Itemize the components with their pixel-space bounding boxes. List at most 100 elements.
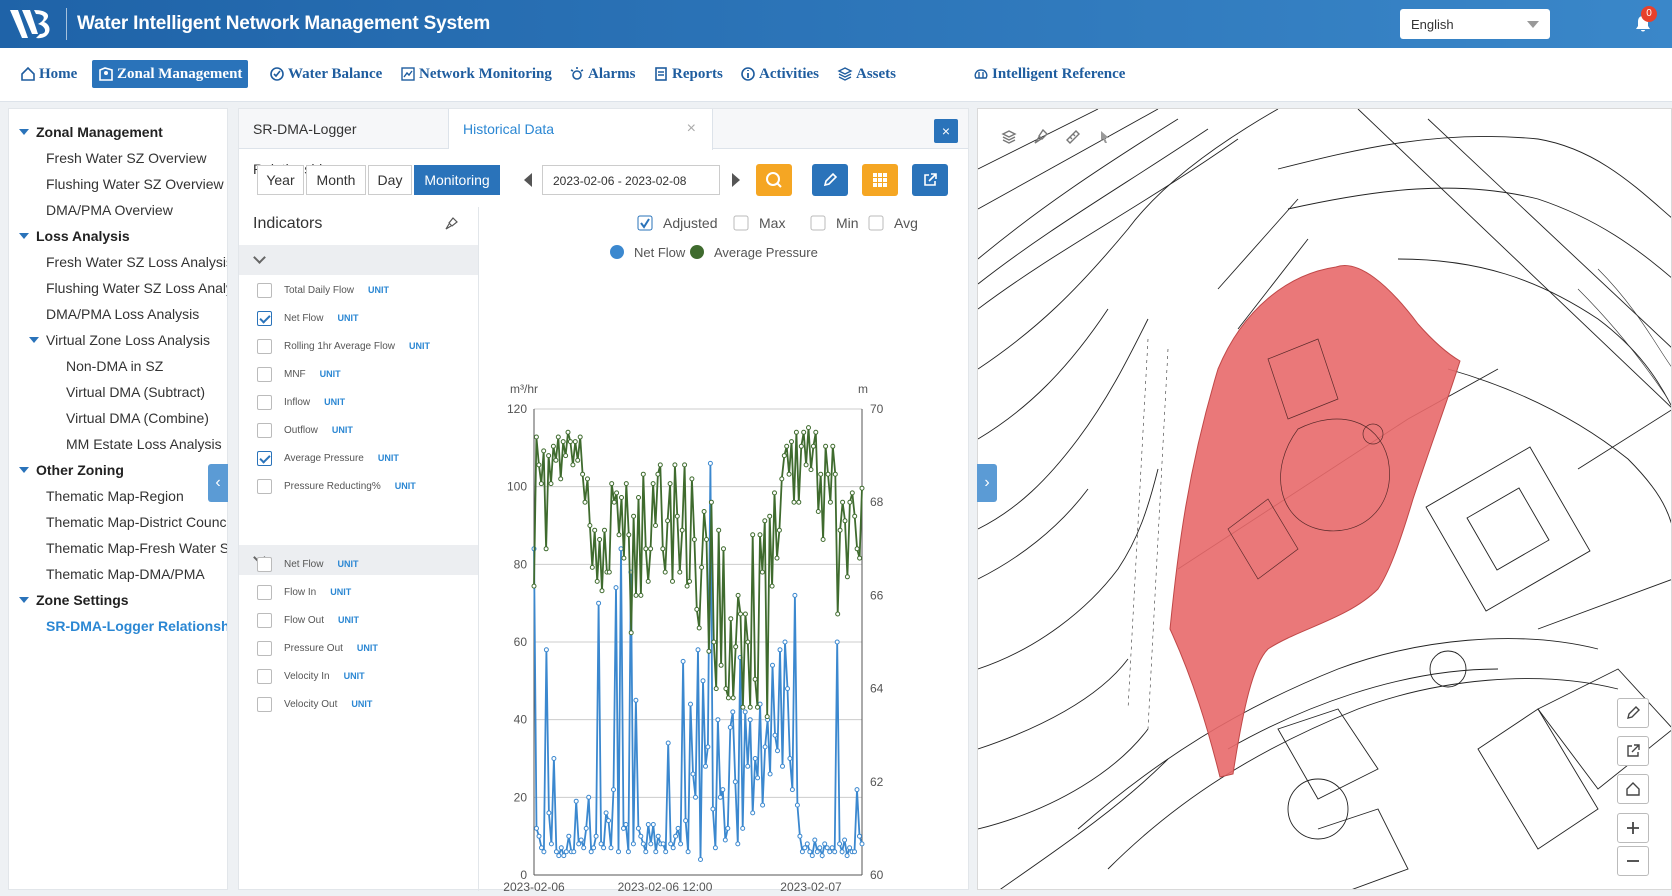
language-select[interactable]: English bbox=[1400, 9, 1550, 39]
indicator-checkbox[interactable] bbox=[257, 422, 272, 438]
indicator-row[interactable]: Inflow UNIT bbox=[257, 394, 345, 410]
search-button[interactable] bbox=[756, 164, 792, 196]
tree-group-loss-analysis[interactable]: Loss Analysis bbox=[19, 228, 130, 244]
map-export-button[interactable] bbox=[1617, 736, 1649, 766]
layers-tool-icon[interactable] bbox=[996, 125, 1022, 149]
indicator-checkbox[interactable] bbox=[257, 668, 272, 684]
option-checkbox[interactable] bbox=[637, 215, 653, 231]
ruler-tool-icon[interactable] bbox=[1060, 125, 1086, 149]
indicator-row[interactable]: Outflow UNIT bbox=[257, 422, 353, 438]
map-home-button[interactable] bbox=[1617, 774, 1649, 804]
indicator-checkbox[interactable] bbox=[257, 394, 272, 410]
collapse-left-panel-button[interactable]: ‹ bbox=[208, 464, 228, 502]
indicator-row[interactable]: Flow Out UNIT bbox=[257, 612, 359, 628]
unit-link[interactable]: UNIT bbox=[351, 699, 372, 709]
indicator-checkbox[interactable] bbox=[257, 366, 272, 382]
option-checkbox[interactable] bbox=[868, 215, 884, 231]
grid-button[interactable] bbox=[862, 164, 898, 196]
indicator-checkbox[interactable] bbox=[257, 584, 272, 600]
map-edit-button[interactable] bbox=[1617, 698, 1649, 728]
tree-group-virtual-zone-loss[interactable]: Virtual Zone Loss Analysis bbox=[29, 332, 210, 348]
indicator-row[interactable]: Average Pressure UNIT bbox=[257, 450, 399, 466]
unit-link[interactable]: UNIT bbox=[332, 425, 353, 435]
tree-item-non-dma[interactable]: Non-DMA in SZ bbox=[66, 358, 163, 374]
tree-item-virtual-dma-combine[interactable]: Virtual DMA (Combine) bbox=[66, 410, 209, 426]
zoom-out-button[interactable] bbox=[1617, 846, 1649, 876]
indicator-checkbox[interactable] bbox=[257, 612, 272, 628]
nav-water-balance[interactable]: Water Balance bbox=[263, 60, 388, 88]
unit-link[interactable]: UNIT bbox=[409, 341, 430, 351]
option-checkbox[interactable] bbox=[733, 215, 749, 231]
tree-group-other-zoning[interactable]: Other Zoning bbox=[19, 462, 124, 478]
tree-item-fresh-water-sz-overview[interactable]: Fresh Water SZ Overview bbox=[46, 150, 207, 166]
indicator-checkbox[interactable] bbox=[257, 640, 272, 656]
tree-item-thematic-district[interactable]: Thematic Map-District Counc bbox=[46, 514, 227, 530]
tree-item-dma-pma-loss[interactable]: DMA/PMA Loss Analysis bbox=[46, 306, 199, 322]
tree-item-flushing-water-sz-overview[interactable]: Flushing Water SZ Overview bbox=[46, 176, 224, 192]
prev-date-icon[interactable] bbox=[524, 173, 532, 187]
tab-historical-data[interactable]: Historical Data × bbox=[449, 109, 713, 150]
indicator-group-1-header[interactable] bbox=[239, 245, 478, 275]
nav-intelligent-reference[interactable]: Intelligent Reference bbox=[967, 60, 1131, 88]
map-panel[interactable] bbox=[977, 108, 1672, 890]
brush-tool-icon[interactable] bbox=[1028, 125, 1054, 149]
export-button[interactable] bbox=[912, 164, 948, 196]
indicator-checkbox[interactable] bbox=[257, 696, 272, 712]
unit-link[interactable]: UNIT bbox=[330, 587, 351, 597]
indicator-row[interactable]: Velocity Out UNIT bbox=[257, 696, 372, 712]
date-range-input[interactable]: 2023-02-06 - 2023-02-08 bbox=[542, 165, 720, 195]
tree-item-mm-estate[interactable]: MM Estate Loss Analysis bbox=[66, 436, 222, 452]
nav-reports[interactable]: Reports bbox=[647, 60, 729, 88]
indicator-row[interactable]: Total Daily Flow UNIT bbox=[257, 282, 389, 298]
nav-activities[interactable]: Activities bbox=[734, 60, 825, 88]
nav-alarms[interactable]: Alarms bbox=[563, 60, 642, 88]
tree-item-dma-pma-overview[interactable]: DMA/PMA Overview bbox=[46, 202, 173, 218]
day-button[interactable]: Day bbox=[368, 165, 412, 195]
unit-link[interactable]: UNIT bbox=[337, 559, 358, 569]
indicator-checkbox[interactable] bbox=[257, 450, 272, 466]
edit-button[interactable] bbox=[812, 164, 848, 196]
nav-zonal-management[interactable]: Zonal Management bbox=[92, 60, 249, 88]
indicator-row[interactable]: MNF UNIT bbox=[257, 366, 341, 382]
indicator-row[interactable]: Velocity In UNIT bbox=[257, 668, 365, 684]
unit-link[interactable]: UNIT bbox=[368, 285, 389, 295]
indicator-checkbox[interactable] bbox=[257, 478, 272, 494]
pointer-tool-icon[interactable] bbox=[1092, 125, 1118, 149]
tree-item-sr-dma-logger[interactable]: SR-DMA-Logger Relationship bbox=[46, 618, 227, 634]
unit-link[interactable]: UNIT bbox=[378, 453, 399, 463]
indicator-row[interactable]: Rolling 1hr Average Flow UNIT bbox=[257, 338, 430, 354]
indicator-checkbox[interactable] bbox=[257, 556, 272, 572]
unit-link[interactable]: UNIT bbox=[337, 313, 358, 323]
unit-link[interactable]: UNIT bbox=[338, 615, 359, 625]
indicator-checkbox[interactable] bbox=[257, 282, 272, 298]
tree-item-flushing-water-sz-loss[interactable]: Flushing Water SZ Loss Analy bbox=[46, 280, 227, 296]
tree-item-fresh-water-sz-loss[interactable]: Fresh Water SZ Loss Analysis bbox=[46, 254, 227, 270]
option-checkbox[interactable] bbox=[810, 215, 826, 231]
indicator-row[interactable]: Flow In UNIT bbox=[257, 584, 351, 600]
indicator-checkbox[interactable] bbox=[257, 310, 272, 326]
close-panel-button[interactable]: × bbox=[934, 119, 958, 143]
year-button[interactable]: Year bbox=[257, 165, 304, 195]
brush-icon[interactable] bbox=[444, 217, 458, 231]
close-tab-icon[interactable]: × bbox=[687, 109, 696, 149]
indicator-row[interactable]: Pressure Reducting% UNIT bbox=[257, 478, 416, 494]
tree-item-thematic-dma-pma[interactable]: Thematic Map-DMA/PMA bbox=[46, 566, 205, 582]
tree-group-zonal-management[interactable]: Zonal Management bbox=[19, 124, 163, 140]
nav-network-monitoring[interactable]: Network Monitoring bbox=[394, 60, 558, 88]
indicator-row[interactable]: Net Flow UNIT bbox=[257, 310, 358, 326]
monitoring-button[interactable]: Monitoring bbox=[414, 165, 500, 195]
unit-link[interactable]: UNIT bbox=[395, 481, 416, 491]
indicator-row[interactable]: Net Flow UNIT bbox=[257, 556, 358, 572]
unit-link[interactable]: UNIT bbox=[320, 369, 341, 379]
zoom-in-button[interactable] bbox=[1617, 813, 1649, 843]
unit-link[interactable]: UNIT bbox=[324, 397, 345, 407]
month-button[interactable]: Month bbox=[306, 165, 366, 195]
unit-link[interactable]: UNIT bbox=[357, 643, 378, 653]
expand-map-button[interactable]: › bbox=[977, 464, 997, 502]
indicator-row[interactable]: Pressure Out UNIT bbox=[257, 640, 378, 656]
tree-item-virtual-dma-subtract[interactable]: Virtual DMA (Subtract) bbox=[66, 384, 205, 400]
tree-group-zone-settings[interactable]: Zone Settings bbox=[19, 592, 129, 608]
tree-item-thematic-fresh-water[interactable]: Thematic Map-Fresh Water S bbox=[46, 540, 227, 556]
tree-item-thematic-region[interactable]: Thematic Map-Region bbox=[46, 488, 184, 504]
unit-link[interactable]: UNIT bbox=[344, 671, 365, 681]
